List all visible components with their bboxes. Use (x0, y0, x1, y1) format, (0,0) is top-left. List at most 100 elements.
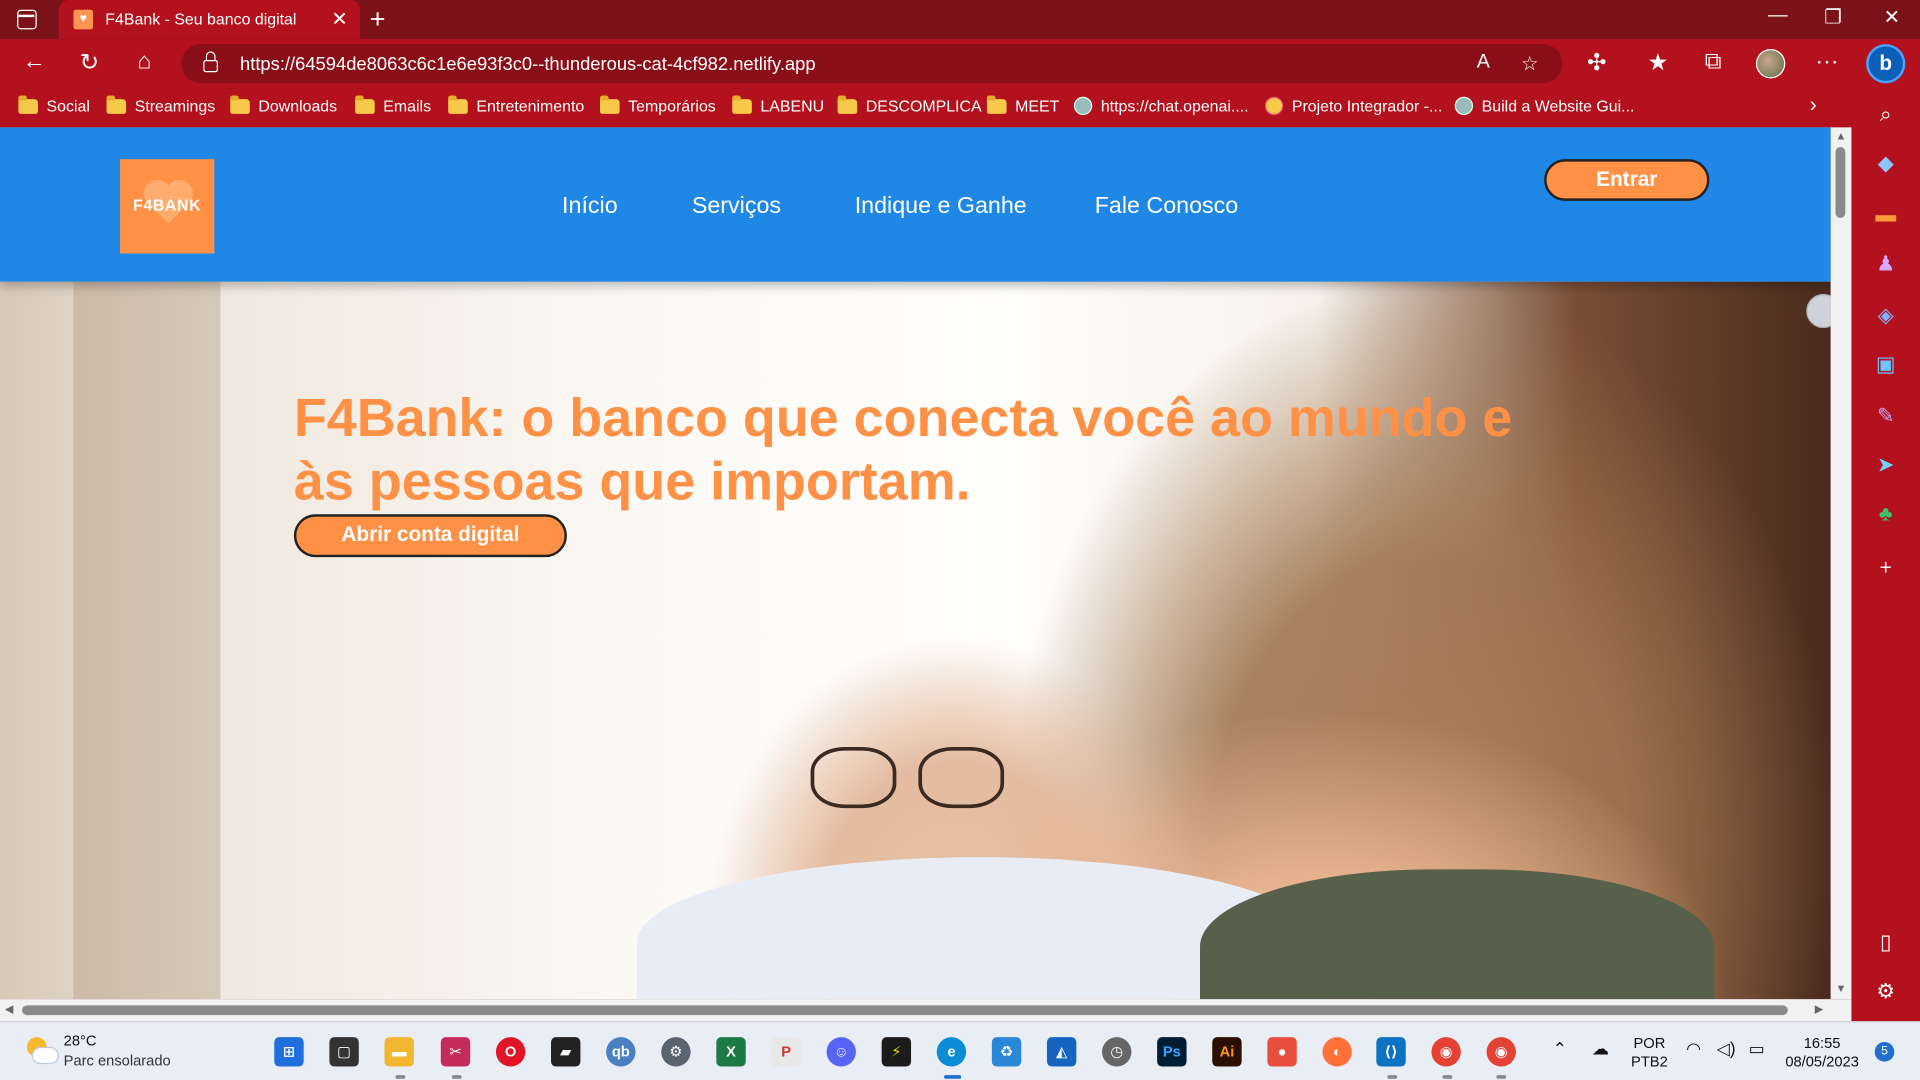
powerpoint-icon[interactable]: P (771, 1037, 801, 1067)
home-icon[interactable]: ⌂ (130, 49, 159, 76)
bookmark-emails[interactable]: Emails (355, 94, 431, 115)
sidebar-toggle-icon[interactable]: ▯ (1873, 931, 1897, 955)
tools-icon[interactable]: ▬ (1873, 203, 1897, 227)
firefox-icon[interactable]: ◐ (1322, 1037, 1352, 1067)
system-clock[interactable]: 16:55 08/05/2023 (1785, 1035, 1859, 1072)
opera-icon[interactable]: O (495, 1037, 526, 1067)
sticky-notes-icon[interactable]: ▰ (551, 1037, 581, 1067)
screen-recorder-icon[interactable]: ● (1267, 1037, 1297, 1067)
qbittorrent-icon[interactable]: qb (606, 1037, 636, 1067)
excel-icon[interactable]: X (716, 1037, 746, 1067)
back-icon[interactable]: ← (20, 49, 49, 76)
language-indicator[interactable]: POR PTB2 (1631, 1035, 1668, 1072)
more-menu-icon[interactable]: ··· (1812, 49, 1841, 76)
glasses-icon (810, 746, 897, 809)
add-icon[interactable]: + (1873, 556, 1897, 580)
refresh-icon[interactable]: ↻ (75, 49, 104, 77)
read-aloud-icon[interactable]: A (1477, 51, 1490, 73)
office-icon[interactable]: ◈ (1873, 304, 1897, 328)
bookmark-projeto-integrador[interactable]: Projeto Integrador -... (1264, 96, 1442, 116)
weather-temperature[interactable]: 28°C (64, 1032, 97, 1049)
bookmark-entretenimento[interactable]: Entretenimento (448, 94, 584, 115)
weather-description[interactable]: Parc ensolarado (64, 1052, 171, 1069)
scroll-right-icon[interactable]: ▶ (1815, 1003, 1823, 1016)
bookmark-social[interactable]: Social (18, 94, 90, 115)
nav-fale-conosco[interactable]: Fale Conosco (1095, 193, 1239, 220)
designer-icon[interactable]: ✎ (1873, 404, 1897, 428)
favorites-icon[interactable]: ★ (1643, 49, 1672, 77)
url-text[interactable]: https://64594de8063c6c1e6e93f3c0--thunde… (240, 54, 816, 75)
restore-icon[interactable]: ❐ (1815, 5, 1852, 29)
battery-icon[interactable]: ▭ (1749, 1039, 1765, 1058)
send-icon[interactable]: ➤ (1873, 453, 1897, 477)
search-icon[interactable]: ⌕ (1873, 103, 1897, 127)
login-button[interactable]: Entrar (1544, 159, 1710, 201)
settings-icon[interactable]: ⚙ (661, 1037, 691, 1067)
weather-icon[interactable] (24, 1037, 59, 1065)
tree-icon[interactable]: ♣ (1873, 502, 1897, 526)
chrome-icon[interactable]: ◉ (1431, 1037, 1461, 1067)
volume-icon[interactable]: ◁) (1717, 1039, 1736, 1058)
edge-sidebar: ⌕ ◆ ▬ ♟ ◈ ▣ ✎ ➤ ♣ + ▯ ⚙ (1851, 88, 1920, 1022)
illustrator-icon[interactable]: Ai (1212, 1037, 1242, 1067)
games-icon[interactable]: ♟ (1873, 252, 1897, 276)
horizontal-scrollbar[interactable]: ◀ ▶ (0, 999, 1852, 1022)
notification-badge[interactable]: 5 (1874, 1042, 1895, 1062)
nav-servicos[interactable]: Serviços (692, 193, 781, 220)
close-window-icon[interactable]: ✕ (1873, 5, 1910, 29)
chevron-right-icon[interactable]: › (1810, 93, 1817, 117)
openai-icon (1454, 96, 1474, 116)
lightning-app-icon[interactable]: ⚡ (881, 1037, 912, 1067)
outlook-icon[interactable]: ▣ (1873, 353, 1897, 377)
scroll-down-icon[interactable]: ▼ (1836, 982, 1847, 994)
wifi-icon[interactable]: ◠ (1686, 1039, 1701, 1058)
scroll-up-icon[interactable]: ▲ (1836, 130, 1847, 142)
bookmark-labenu[interactable]: LABENU (732, 94, 824, 115)
open-account-button[interactable]: Abrir conta digital (293, 514, 567, 558)
bookmark-descomplica[interactable]: DESCOMPLICA (837, 94, 982, 115)
address-bar[interactable]: https://64594de8063c6c1e6e93f3c0--thunde… (181, 44, 1563, 84)
lock-icon[interactable] (203, 51, 218, 73)
browser-toolbar: ← ↻ ⌂ https://64594de8063c6c1e6e93f3c0--… (0, 39, 1920, 89)
chrome-profile-icon[interactable]: ◉ (1486, 1037, 1516, 1067)
file-explorer-icon[interactable]: ▬ (384, 1037, 414, 1067)
snipping-tool-icon[interactable]: ✂ (440, 1037, 471, 1067)
photoshop-icon[interactable]: Ps (1157, 1037, 1187, 1067)
minimize-icon[interactable]: — (1760, 5, 1797, 27)
recycle-app-icon[interactable]: ♻ (991, 1037, 1022, 1067)
vscode-icon[interactable]: ⟨⟩ (1376, 1037, 1406, 1067)
vertical-scroll-thumb[interactable] (1835, 146, 1846, 218)
bookmark-streamings[interactable]: Streamings (106, 94, 215, 115)
vertical-scrollbar[interactable]: ▲ ▼ (1830, 127, 1852, 1000)
tab-close-icon[interactable]: ✕ (331, 7, 347, 31)
windows-taskbar: 28°C Parc ensolarado ⊞ ▢ ▬ ✂ O ▰ qb ⚙ X … (0, 1021, 1920, 1080)
bookmark-meet[interactable]: MEET (986, 94, 1059, 115)
bookmark-build-website[interactable]: Build a Website Gui... (1454, 96, 1634, 116)
task-view-icon[interactable]: ▢ (329, 1037, 359, 1067)
clock-icon[interactable]: ◷ (1102, 1037, 1132, 1067)
f4bank-logo[interactable]: F4BANK (120, 159, 215, 254)
azure-storage-icon[interactable]: ◭ (1046, 1037, 1077, 1067)
add-favorite-icon[interactable]: ☆ (1521, 51, 1539, 75)
active-tab[interactable]: ♥ F4Bank - Seu banco digital ✕ (58, 0, 361, 40)
horizontal-scroll-thumb[interactable] (22, 1005, 1788, 1016)
start-icon[interactable]: ⊞ (274, 1037, 304, 1067)
extensions-icon[interactable]: ✣ (1582, 49, 1611, 77)
nav-inicio[interactable]: Início (562, 193, 618, 220)
new-tab-icon[interactable]: + (370, 4, 386, 36)
network-error-icon[interactable]: ☁ (1592, 1039, 1609, 1058)
bookmark-downloads[interactable]: Downloads (230, 94, 337, 115)
discord-icon[interactable]: ☺ (826, 1037, 856, 1067)
chevron-up-icon[interactable]: ⌃ (1553, 1039, 1567, 1058)
settings-gear-icon[interactable]: ⚙ (1873, 980, 1897, 1004)
scroll-left-icon[interactable]: ◀ (5, 1003, 13, 1016)
nav-indique-e-ganhe[interactable]: Indique e Ganhe (855, 193, 1027, 220)
bing-chat-icon[interactable]: b (1866, 44, 1906, 84)
bookmark-chat-openai[interactable]: https://chat.openai.... (1073, 96, 1249, 116)
edge-icon[interactable]: e (936, 1037, 967, 1067)
collections-icon[interactable]: ⧉ (1698, 49, 1727, 76)
tab-actions-icon[interactable] (17, 9, 37, 30)
profile-avatar[interactable] (1755, 48, 1786, 79)
bookmark-temporarios[interactable]: Temporários (600, 94, 716, 115)
shopping-tag-icon[interactable]: ◆ (1873, 152, 1897, 176)
